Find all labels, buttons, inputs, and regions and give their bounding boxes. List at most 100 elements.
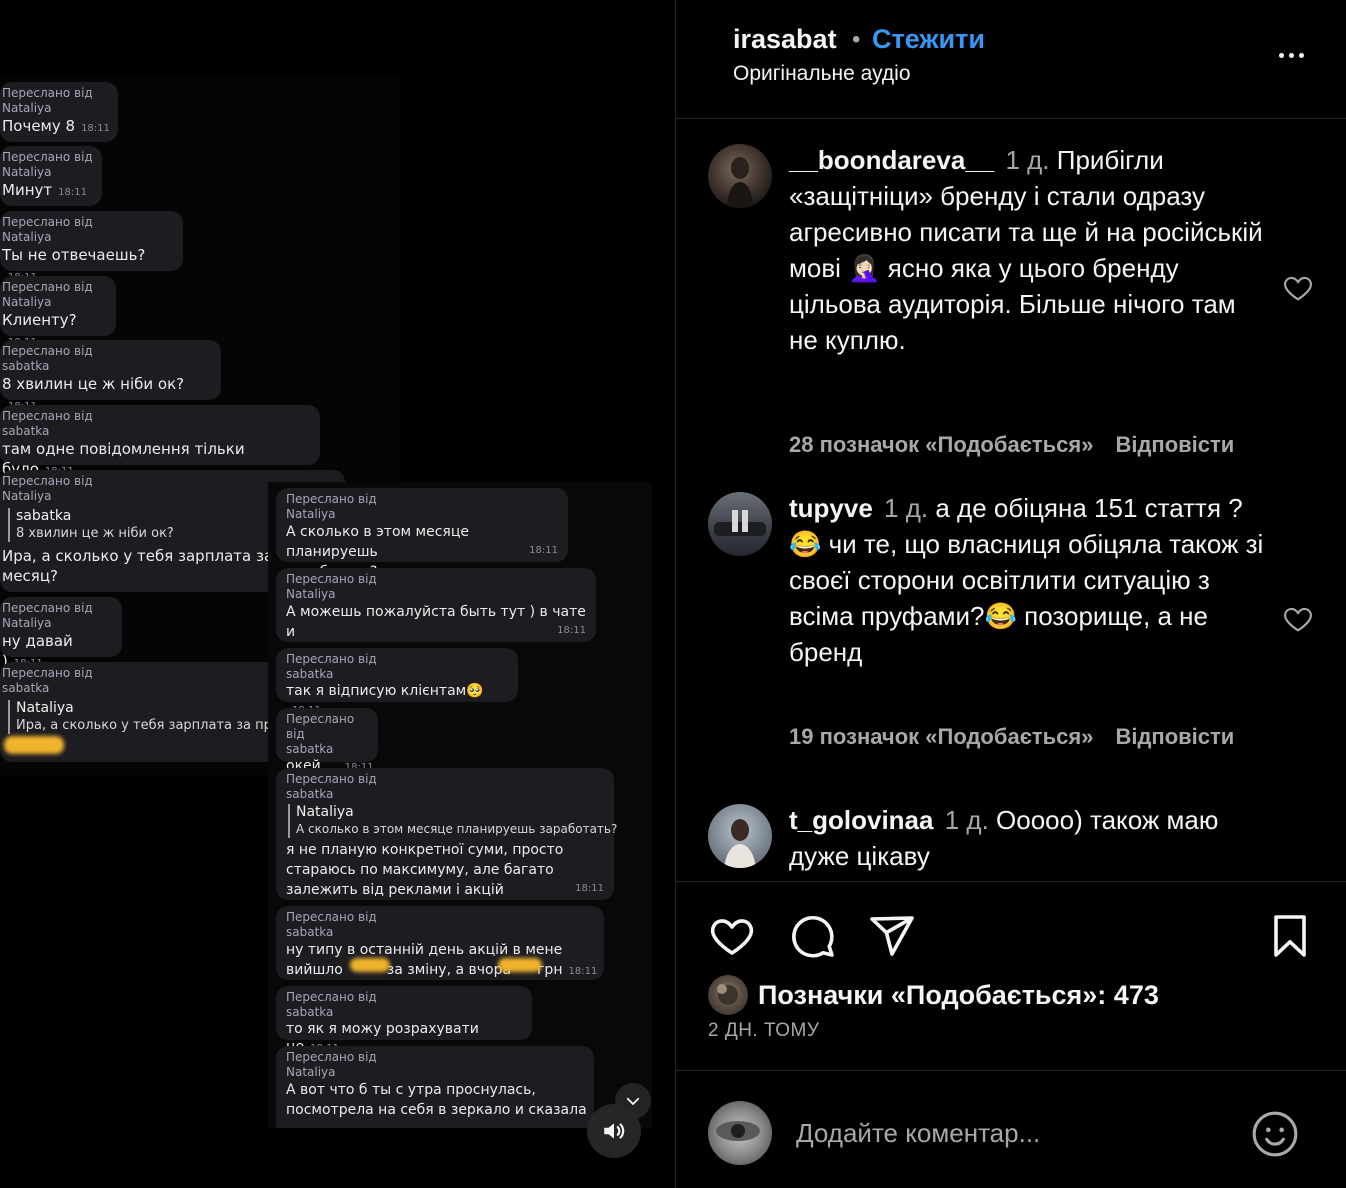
forward-label: Переслано від xyxy=(286,572,377,586)
emoji-icon[interactable] xyxy=(1250,1109,1300,1159)
comment-age: 1 д. xyxy=(1005,145,1050,175)
chat-message: Переслано від sabatka 8 хвилин це ж ніби… xyxy=(0,340,221,412)
avatar-photo xyxy=(714,510,766,536)
forward-label: Переслано від xyxy=(286,772,377,786)
message-sender: Nataliya xyxy=(2,616,52,630)
message-sender: Nataliya xyxy=(286,1065,336,1079)
follow-button[interactable]: Стежити xyxy=(872,24,985,55)
message-text: посмотрела на себя в зеркало и сказала xyxy=(286,1102,587,1118)
message-time: 18:11 xyxy=(557,625,586,636)
message-text: за зміну, а вчора xyxy=(386,962,512,978)
comment-likes[interactable]: 28 позначок «Подобається» xyxy=(789,432,1093,457)
message-text: ну типу в останній день акцій в мене xyxy=(286,942,563,958)
comment-username[interactable]: t_golovinaa xyxy=(789,805,933,835)
message-time: 18:11 xyxy=(568,966,598,977)
redaction-mark xyxy=(4,736,64,754)
avatar-photo xyxy=(716,1121,760,1141)
add-comment-input[interactable] xyxy=(796,1111,1226,1155)
comments-list[interactable]: __boondareva__ 1 д. Прибігли «защітніци»… xyxy=(676,120,1346,880)
redaction-mark xyxy=(350,958,390,972)
forward-label: Переслано від xyxy=(2,409,93,423)
chat-message: Переслано від Nataliya Клиенту?18:11 xyxy=(0,276,116,348)
post-media[interactable]: Переслано від Nataliya Почему 8 18:11 Пер… xyxy=(0,0,675,1188)
message-text: я не планую конкретної суми, просто xyxy=(286,842,564,858)
chat-message: Переслано від sabatka так я відписую клі… xyxy=(276,648,518,716)
forward-label: Переслано від xyxy=(286,652,377,666)
comment-meta: 28 позначок «Подобається» Відповісти xyxy=(789,432,1234,458)
more-dot-icon xyxy=(1278,52,1284,58)
message-sender: Nataliya xyxy=(2,295,52,309)
share-send-icon[interactable] xyxy=(868,912,916,960)
avatar-photo xyxy=(717,984,738,1005)
forward-label: Переслано від xyxy=(2,344,93,358)
message-text: А сколько в этом месяце планируешь xyxy=(286,524,469,560)
forward-label: Переслано від xyxy=(2,280,93,294)
message-sender: sabatka xyxy=(286,1005,334,1019)
heart-icon[interactable] xyxy=(1282,603,1314,635)
message-text: Минут xyxy=(2,181,53,199)
comment-avatar[interactable] xyxy=(708,492,772,556)
message-text: Почему 8 xyxy=(2,117,76,135)
comment-username[interactable]: tupyve xyxy=(789,493,873,523)
comment-avatar[interactable] xyxy=(708,804,772,868)
message-sender: Nataliya xyxy=(286,507,336,521)
comment-body: t_golovinaa 1 д. Ооооо) також маю дуже ц… xyxy=(789,802,1269,874)
chat-message: Переслано від Nataliya Почему 8 18:11 xyxy=(0,82,118,142)
message-text: так я відписую клієнтам🥺 xyxy=(286,683,484,699)
comment-item: __boondareva__ 1 д. Прибігли «защітніци»… xyxy=(676,142,1346,457)
add-comment-bar xyxy=(676,1070,1346,1188)
comment-avatar[interactable] xyxy=(708,144,772,208)
message-time: 18:11 xyxy=(81,123,110,134)
comment-bubble-icon[interactable] xyxy=(788,912,836,960)
message-time: 18:11 xyxy=(529,545,558,556)
message-time: 18:11 xyxy=(575,883,604,894)
chat-message: Переслано від Nataliya Ты не отвечаешь?1… xyxy=(0,211,183,283)
avatar-photo xyxy=(724,819,756,868)
forward-label: Переслано від xyxy=(2,215,93,229)
likes-summary[interactable]: Позначки «Подобається»: 473 xyxy=(708,974,1159,1016)
chat-message: Переслано від sabatka окей18:11 xyxy=(276,708,378,774)
forward-label: Переслано від xyxy=(286,1050,377,1064)
message-text: вийшло xyxy=(286,962,343,978)
redaction-mark xyxy=(498,958,542,972)
chat-message: Переслано від sabatka ну типу в останній… xyxy=(276,906,604,980)
message-text: 8 хвилин це ж ніби ок? xyxy=(2,375,185,393)
heart-icon[interactable] xyxy=(1282,272,1314,304)
chat-message: Переслано від Nataliya А можешь пожалуйс… xyxy=(276,568,596,660)
liker-avatar xyxy=(708,975,748,1015)
post-actions: Позначки «Подобається»: 473 2 ДН. ТОМУ xyxy=(676,881,1346,1069)
speaker-icon xyxy=(604,1123,625,1139)
separator-dot: • xyxy=(852,26,861,53)
quote-name: Nataliya xyxy=(296,804,354,820)
chat-message: Переслано від sabatka Nataliya А сколько… xyxy=(276,768,617,900)
message-text: Клиенту? xyxy=(2,311,77,329)
more-options-button[interactable] xyxy=(1271,40,1311,70)
comment-item: t_golovinaa 1 д. Ооооо) також маю дуже ц… xyxy=(676,802,1346,880)
bookmark-icon[interactable] xyxy=(1266,912,1314,960)
message-text: А вот что б ты с утра проснулась, xyxy=(286,1082,536,1098)
mute-toggle-button[interactable] xyxy=(587,1104,641,1158)
reply-button[interactable]: Відповісти xyxy=(1115,724,1234,749)
comment-body: __boondareva__ 1 д. Прибігли «защітніци»… xyxy=(789,142,1269,358)
like-heart-icon[interactable] xyxy=(708,912,756,960)
message-text: залежить від реклами і акцій xyxy=(286,882,504,898)
avatar-photo xyxy=(726,157,754,208)
comment-likes[interactable]: 19 позначок «Подобається» xyxy=(789,724,1093,749)
chat-screenshot-right: Переслано від Nataliya А сколько в этом … xyxy=(268,482,652,1128)
forward-label: Переслано від xyxy=(286,990,377,1004)
message-sender: sabatka xyxy=(2,424,50,438)
message-sender: sabatka xyxy=(286,787,334,801)
forward-label: Переслано від xyxy=(2,86,93,100)
message-text: А можешь пожалуйста быть тут ) в чате и xyxy=(286,604,586,640)
likes-count[interactable]: Позначки «Подобається»: 473 xyxy=(758,980,1159,1011)
post-header: irasabat • Стежити Оригінальне аудіо xyxy=(676,0,1346,119)
chat-message: Переслано від Nataliya Минут 18:11 xyxy=(0,146,102,206)
current-user-avatar xyxy=(708,1101,772,1165)
comment-username[interactable]: __boondareva__ xyxy=(789,145,994,175)
comment-meta: 19 позначок «Подобається» Відповісти xyxy=(789,724,1234,750)
author-username[interactable]: irasabat xyxy=(733,24,837,55)
reply-button[interactable]: Відповісти xyxy=(1115,432,1234,457)
forward-label: Переслано від xyxy=(2,150,93,164)
audio-label[interactable]: Оригінальне аудіо xyxy=(733,62,911,86)
reply-quote: Nataliya А сколько в этом месяце планиру… xyxy=(288,804,617,838)
